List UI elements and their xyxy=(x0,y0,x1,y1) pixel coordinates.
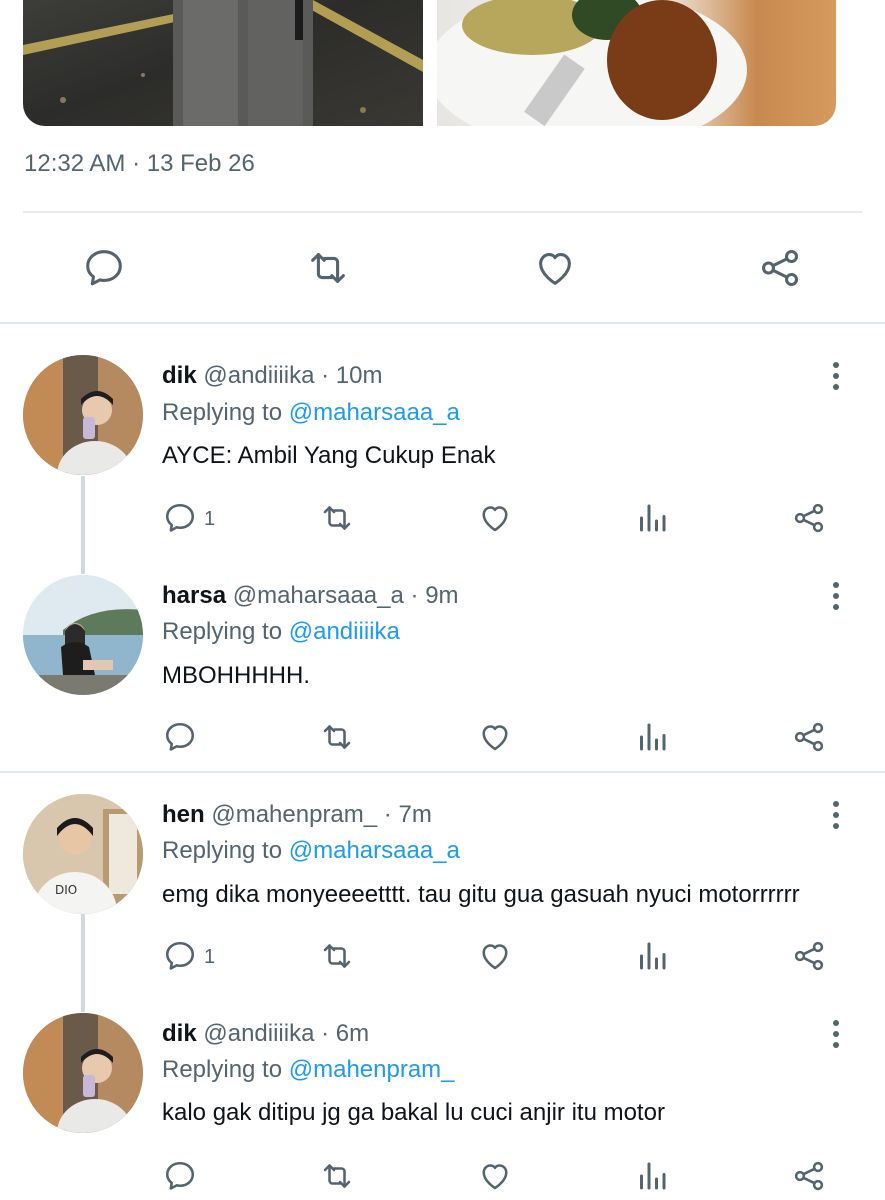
reply-author-handle[interactable]: @andiiiika xyxy=(203,362,314,389)
reply-count: 1 xyxy=(204,508,216,530)
tweet-photo-right[interactable] xyxy=(437,0,836,126)
analytics-icon[interactable] xyxy=(634,500,670,536)
replying-label: Replying to xyxy=(162,618,283,645)
like-icon[interactable] xyxy=(532,245,578,291)
thread-line xyxy=(81,914,85,1012)
reply-author-name[interactable]: hen xyxy=(162,801,205,828)
reply-text: AYCE: Ambil Yang Cukup Enak xyxy=(162,442,496,469)
reply-author-name[interactable]: dik xyxy=(162,1020,197,1047)
reply-author-handle[interactable]: @andiiiika xyxy=(203,1020,314,1047)
more-options-icon[interactable] xyxy=(826,801,846,831)
section-separator xyxy=(0,322,885,324)
replying-label: Replying to xyxy=(162,837,283,864)
like-icon[interactable] xyxy=(477,719,513,755)
reply-count: 1 xyxy=(204,946,216,968)
more-options-icon[interactable] xyxy=(826,582,846,612)
replying-to-link[interactable]: @maharsaaa_a xyxy=(289,399,460,426)
retweet-icon[interactable] xyxy=(319,500,355,536)
replying-to-link[interactable]: @maharsaaa_a xyxy=(289,837,460,864)
retweet-icon[interactable] xyxy=(319,719,355,755)
comment-icon[interactable] xyxy=(162,938,198,974)
reply-time: 7m xyxy=(398,801,432,828)
like-icon[interactable] xyxy=(477,500,513,536)
analytics-icon[interactable] xyxy=(634,938,670,974)
retweet-icon[interactable] xyxy=(305,245,351,291)
thread-line xyxy=(81,476,85,574)
retweet-icon[interactable] xyxy=(319,1158,355,1194)
tweet-timestamp: 12:32 AM · 13 Feb 26 xyxy=(24,150,255,177)
reply-text: MBOHHHHH. xyxy=(162,662,310,689)
reply-text: emg dika monyeeeetttt. tau gitu gua gasu… xyxy=(162,881,800,908)
more-options-icon[interactable] xyxy=(826,362,846,392)
reply-text: kalo gak ditipu jg ga bakal lu cuci anji… xyxy=(162,1099,665,1126)
reply-author-handle[interactable]: @maharsaaa_a xyxy=(233,582,404,609)
avatar[interactable]: DIO xyxy=(23,794,143,914)
comment-icon[interactable] xyxy=(162,500,198,536)
section-separator xyxy=(0,771,885,773)
avatar[interactable] xyxy=(23,575,143,695)
divider xyxy=(23,211,862,213)
avatar[interactable] xyxy=(23,355,143,475)
comment-icon[interactable] xyxy=(81,245,127,291)
share-icon[interactable] xyxy=(757,245,803,291)
comment-icon[interactable] xyxy=(162,1158,198,1194)
comment-icon[interactable] xyxy=(162,719,198,755)
analytics-icon[interactable] xyxy=(634,1158,670,1194)
share-icon[interactable] xyxy=(791,719,827,755)
share-icon[interactable] xyxy=(791,938,827,974)
svg-text:DIO: DIO xyxy=(55,883,77,897)
share-icon[interactable] xyxy=(791,1158,827,1194)
reply-author-name[interactable]: dik xyxy=(162,362,197,389)
avatar[interactable] xyxy=(23,1013,143,1133)
reply-author-name[interactable]: harsa xyxy=(162,582,226,609)
share-icon[interactable] xyxy=(791,500,827,536)
like-icon[interactable] xyxy=(477,1158,513,1194)
reply-time: 9m xyxy=(425,582,459,609)
reply-time: 10m xyxy=(335,362,383,389)
replying-label: Replying to xyxy=(162,1056,283,1083)
more-options-icon[interactable] xyxy=(826,1020,846,1050)
replying-label: Replying to xyxy=(162,399,283,426)
replying-to-link[interactable]: @andiiiika xyxy=(289,618,400,645)
reply-author-handle[interactable]: @mahenpram_ xyxy=(211,801,377,828)
reply-time: 6m xyxy=(335,1020,370,1047)
retweet-icon[interactable] xyxy=(319,938,355,974)
like-icon[interactable] xyxy=(477,938,513,974)
tweet-photo-left[interactable] xyxy=(23,0,423,126)
replying-to-link[interactable]: @mahenpram_ xyxy=(289,1056,455,1083)
analytics-icon[interactable] xyxy=(634,719,670,755)
